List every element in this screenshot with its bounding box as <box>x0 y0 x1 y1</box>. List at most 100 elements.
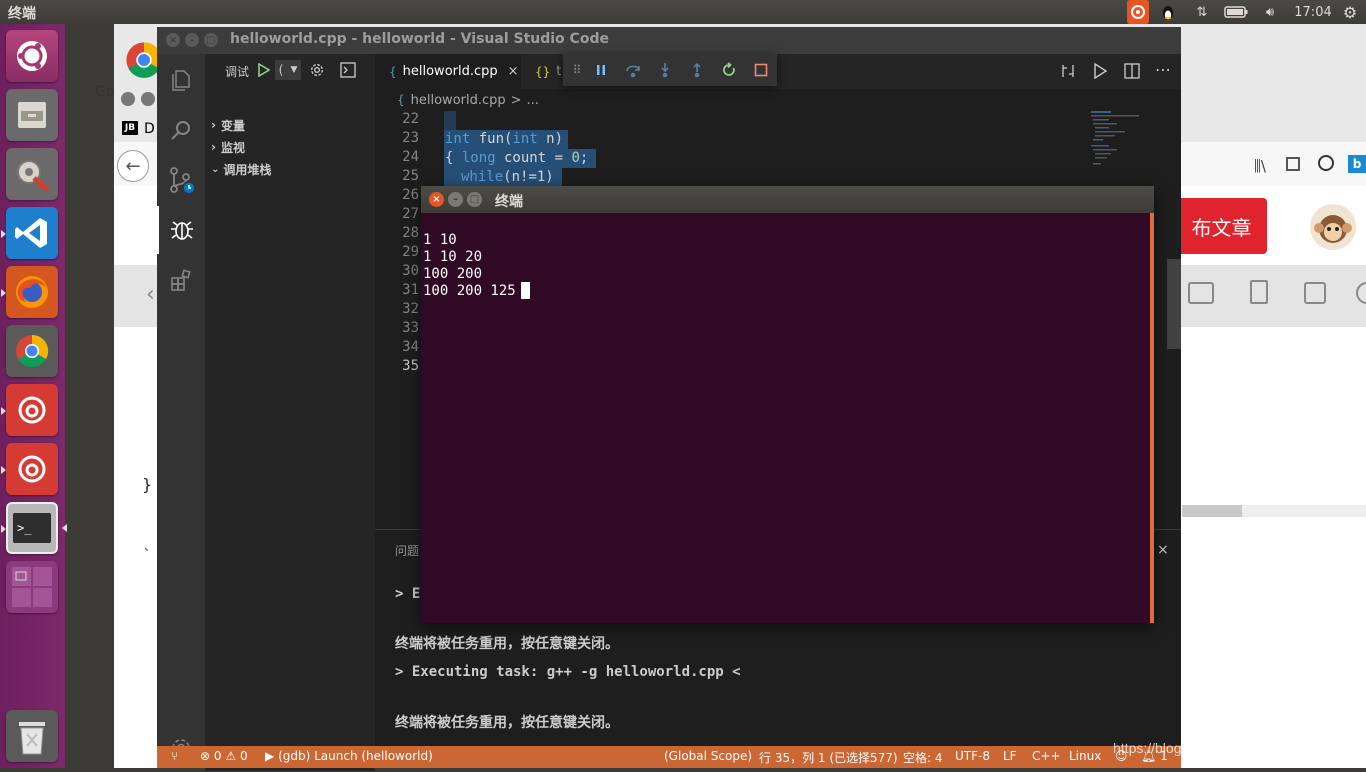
watch-section[interactable]: › 监视 <box>211 137 245 157</box>
search-icon[interactable] <box>157 106 205 154</box>
minimize-icon[interactable]: – <box>185 33 199 47</box>
scroll-left-icon[interactable]: ‹ <box>146 282 155 307</box>
vscode-icon[interactable] <box>6 207 58 259</box>
system-settings-icon[interactable] <box>6 148 58 200</box>
avatar[interactable] <box>1310 204 1356 250</box>
launch-status[interactable]: ▶ (gdb) Launch (helloworld) <box>265 749 433 763</box>
firefox-icon[interactable] <box>6 266 58 318</box>
terminal-body[interactable]: 1 10 1 10 20 100 200 100 200 125 <box>421 213 1150 623</box>
tab-problems[interactable]: 问题 <box>395 542 419 559</box>
network-arrows-icon[interactable]: ⇅ <box>1191 0 1213 24</box>
breadcrumb-separator: > <box>510 92 522 108</box>
compare-changes-icon[interactable] <box>1059 62 1077 80</box>
step-into-icon[interactable] <box>655 60 675 80</box>
step-over-icon[interactable] <box>623 60 643 80</box>
gear-icon[interactable]: ⚙ <box>1338 0 1362 24</box>
tab-label: helloworld.cpp <box>402 64 498 79</box>
close-icon[interactable]: × <box>508 64 519 79</box>
import-icon[interactable] <box>1188 282 1214 304</box>
drag-handle-icon[interactable]: ⠿ <box>567 60 587 80</box>
maximize-icon[interactable]: □ <box>204 33 218 47</box>
trash-icon[interactable] <box>6 710 58 762</box>
library-icon[interactable]: ⫼\ <box>1254 157 1266 175</box>
browser-tab-label[interactable]: D <box>144 121 155 137</box>
problems-status[interactable]: ⊗ 0 ⚠ 0 <box>200 749 248 763</box>
step-out-icon[interactable] <box>687 60 707 80</box>
browser-tab-label[interactable]: Go <box>95 84 114 100</box>
battery-icon[interactable] <box>1222 0 1250 24</box>
bing-icon[interactable]: b <box>1348 155 1366 173</box>
section-label: 监视 <box>220 140 245 155</box>
encoding-status[interactable]: UTF-8 <box>955 749 990 763</box>
json-brace-icon: {} <box>535 64 551 79</box>
terminal-cursor <box>521 282 530 299</box>
restart-icon[interactable] <box>719 60 739 80</box>
back-button[interactable]: ← <box>117 150 149 182</box>
clock[interactable]: 17:04 <box>1290 0 1336 24</box>
document-icon[interactable] <box>1250 280 1268 304</box>
ubuntu-dash-icon[interactable] <box>6 30 58 82</box>
line-number: 24 <box>402 149 419 165</box>
vscode-titlebar: × – □ helloworld.cpp - helloworld - Visu… <box>157 27 1181 54</box>
debug-icon[interactable] <box>157 206 205 254</box>
close-panel-icon[interactable]: × <box>1157 542 1169 558</box>
launch-config-select[interactable]: ( ▼ <box>275 60 301 80</box>
source-control-icon[interactable] <box>157 156 205 204</box>
minimap[interactable] <box>1089 109 1155 179</box>
section-label: 调用堆栈 <box>223 162 272 177</box>
section-label: 变量 <box>220 118 245 133</box>
minimize-icon[interactable]: – <box>448 192 463 207</box>
run-icon[interactable] <box>1091 62 1109 80</box>
close-icon[interactable]: × <box>166 33 180 47</box>
debug-settings-gear-icon[interactable] <box>308 61 326 79</box>
more-actions-icon[interactable]: ⋯ <box>1155 60 1171 79</box>
scope-status[interactable]: (Global Scope) <box>664 749 752 763</box>
tab-second[interactable]: {} t <box>521 54 561 89</box>
stray-mark: 、 <box>144 539 157 553</box>
terminal-output-line: > E <box>395 586 421 602</box>
extensions-icon[interactable] <box>157 256 205 304</box>
chrome-icon[interactable] <box>6 325 58 377</box>
save-icon[interactable] <box>1304 282 1326 304</box>
debug-console-icon[interactable] <box>339 61 357 79</box>
variables-section[interactable]: › 变量 <box>211 115 245 135</box>
tab-label: t <box>556 64 562 79</box>
sidebar-icon[interactable] <box>1286 157 1300 171</box>
terminal-icon[interactable]: >_ <box>6 502 58 554</box>
breadcrumb-rest[interactable]: ... <box>527 93 539 108</box>
maximize-icon[interactable]: □ <box>467 192 482 207</box>
indentation-status[interactable]: 空格: 4 <box>903 749 943 766</box>
netease-music-icon[interactable] <box>6 384 58 436</box>
netease-music-icon[interactable] <box>6 443 58 495</box>
eol-status[interactable]: LF <box>1003 749 1017 763</box>
files-icon[interactable] <box>6 89 58 141</box>
chevron-down-icon: ⌄ <box>211 163 220 175</box>
breadcrumb-file[interactable]: helloworld.cpp <box>411 93 506 108</box>
launcher: >_ <box>0 24 67 768</box>
publish-article-button[interactable]: 布文章 <box>1176 198 1267 254</box>
activity-bar <box>157 54 205 757</box>
callstack-section[interactable]: ⌄ 调用堆栈 <box>211 159 271 179</box>
platform-status[interactable]: Linux <box>1069 749 1101 763</box>
qq-penguin-icon[interactable] <box>1157 0 1179 24</box>
language-status[interactable]: C++ <box>1032 749 1061 763</box>
h-scrollbar[interactable] <box>1182 505 1366 517</box>
split-editor-icon[interactable] <box>1123 62 1141 80</box>
cpp-brace-icon: { <box>389 64 397 79</box>
line-number: 35 <box>402 358 419 374</box>
workspace-switcher-icon[interactable] <box>6 561 58 613</box>
start-debugging-button[interactable] <box>255 61 273 79</box>
explorer-icon[interactable] <box>157 56 205 104</box>
pause-icon[interactable] <box>591 60 611 80</box>
close-icon[interactable]: × <box>429 192 444 207</box>
remote-branch-icon[interactable]: ⑂ <box>171 749 178 763</box>
account-icon[interactable] <box>1318 155 1334 171</box>
tab-helloworld-cpp[interactable]: { helloworld.cpp × <box>375 54 521 89</box>
netease-music-icon[interactable] <box>1127 0 1149 24</box>
volume-icon[interactable]: 🔊︎ <box>1258 0 1282 24</box>
breadcrumb: { helloworld.cpp > ... <box>375 89 1181 111</box>
stop-icon[interactable] <box>751 60 771 80</box>
cursor-position-status[interactable]: 行 35，列 1 (已选择577) <box>759 749 898 766</box>
terminal-output-line: 终端将被任务重用，按任意键关闭。 <box>395 715 619 731</box>
editor-scrollbar[interactable] <box>1167 89 1181 529</box>
